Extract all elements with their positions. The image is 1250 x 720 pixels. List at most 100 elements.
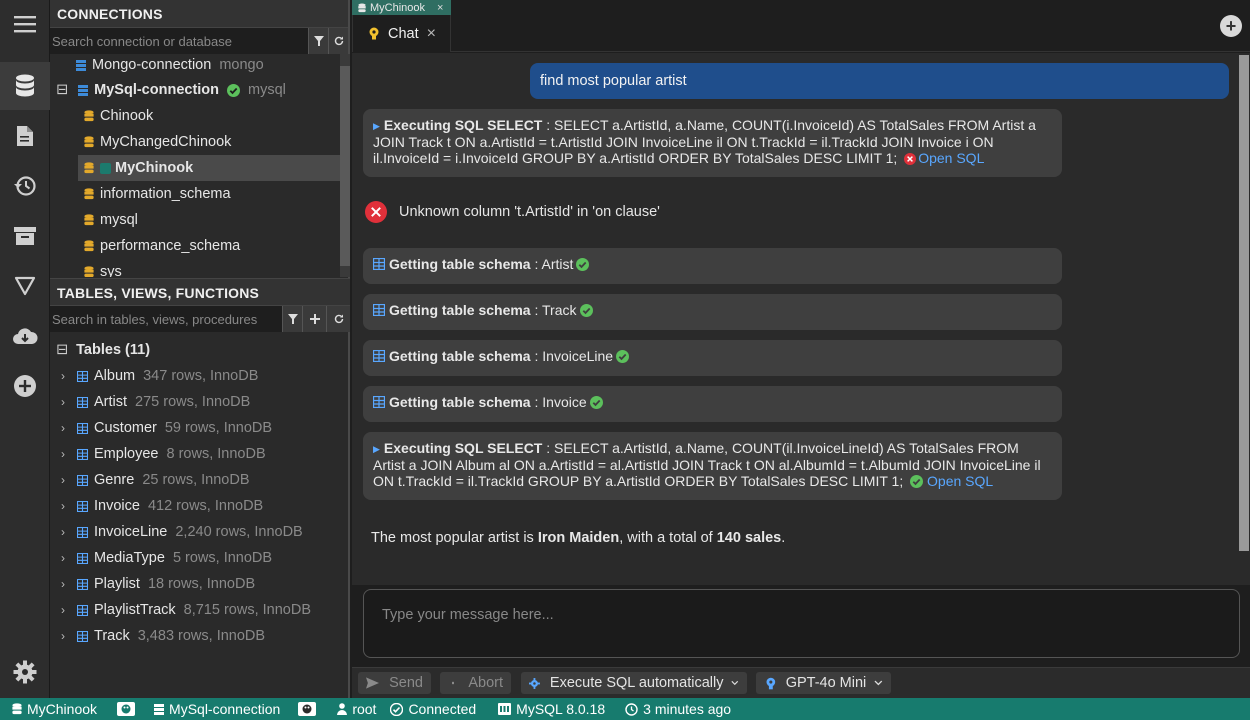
database-mysql[interactable]: mysql bbox=[84, 207, 138, 233]
status-connection[interactable]: MySql-connection bbox=[154, 701, 280, 717]
status-palette-1[interactable] bbox=[117, 702, 140, 716]
table-grid-icon bbox=[77, 578, 88, 590]
filter-connections-button[interactable] bbox=[308, 28, 328, 54]
plus-circle-icon bbox=[14, 375, 36, 397]
chevron-right-icon[interactable]: › bbox=[57, 525, 69, 539]
open-sql-link[interactable]: Open SQL bbox=[918, 150, 984, 166]
tables-group[interactable]: ⊟ Tables (11) bbox=[56, 337, 150, 363]
table-search-row bbox=[50, 306, 350, 332]
filter-button[interactable] bbox=[0, 262, 50, 310]
table-name: Customer bbox=[94, 420, 157, 436]
tab-chat[interactable]: Chat × bbox=[352, 15, 451, 52]
schema-card-invoice[interactable]: Getting table schema : Invoice bbox=[363, 386, 1062, 422]
chevron-right-icon[interactable]: › bbox=[57, 473, 69, 487]
sql-execution-card-2[interactable]: ▶ Executing SQL SELECT : SELECT a.ArtistI… bbox=[363, 432, 1062, 500]
gear-icon bbox=[13, 660, 37, 684]
settings-button[interactable] bbox=[0, 648, 50, 696]
table-row[interactable]: › Playlist 18 rows, InnoDB bbox=[50, 571, 255, 597]
table-row[interactable]: › Track 3,483 rows, InnoDB bbox=[50, 623, 265, 649]
table-row[interactable]: › Album 347 rows, InnoDB bbox=[50, 363, 258, 389]
add-tab-button[interactable]: + bbox=[1220, 15, 1242, 37]
table-row[interactable]: › MediaType 5 rows, InnoDB bbox=[50, 545, 272, 571]
connection-search-input[interactable] bbox=[50, 28, 308, 54]
tab-label: Chat bbox=[388, 25, 419, 42]
archive-button[interactable] bbox=[0, 212, 50, 260]
table-row[interactable]: › PlaylistTrack 8,715 rows, InnoDB bbox=[50, 597, 311, 623]
database-label: sys bbox=[100, 264, 122, 277]
database-information-schema[interactable]: information_schema bbox=[84, 181, 231, 207]
chevron-right-icon[interactable]: › bbox=[57, 395, 69, 409]
tab-mychinook[interactable]: MyChinook × bbox=[352, 0, 451, 15]
chevron-right-icon[interactable]: › bbox=[57, 603, 69, 617]
connection-mysql[interactable]: ⊟ MySql-connection mysql bbox=[56, 77, 286, 103]
collapse-icon[interactable]: ⊟ bbox=[56, 342, 68, 358]
chevron-right-icon[interactable]: › bbox=[57, 551, 69, 565]
palette-icon bbox=[117, 702, 136, 716]
schema-label: Getting table schema bbox=[389, 302, 531, 318]
status-database[interactable]: MyChinook bbox=[12, 701, 97, 717]
database-mychinook[interactable]: MyChinook bbox=[78, 155, 340, 181]
open-sql-link[interactable]: Open SQL bbox=[927, 473, 993, 489]
collapse-icon[interactable]: ⊟ bbox=[56, 82, 68, 98]
database-label: MyChinook bbox=[115, 160, 194, 176]
chevron-right-icon[interactable]: › bbox=[57, 629, 69, 643]
connection-scrollbar-thumb[interactable] bbox=[340, 66, 350, 266]
table-grid-icon bbox=[373, 304, 385, 316]
add-connection-button[interactable] bbox=[0, 362, 50, 410]
table-row[interactable]: › Employee 8 rows, InnoDB bbox=[50, 441, 266, 467]
schema-card-track[interactable]: Getting table schema : Track bbox=[363, 294, 1062, 330]
table-row[interactable]: › Genre 25 rows, InnoDB bbox=[50, 467, 250, 493]
expand-triangle-icon[interactable]: ▶ bbox=[373, 121, 380, 131]
check-icon bbox=[576, 258, 590, 271]
sql-separator: : bbox=[542, 117, 555, 133]
chevron-right-icon[interactable]: › bbox=[57, 577, 69, 591]
database-chinook[interactable]: Chinook bbox=[84, 103, 153, 129]
table-row[interactable]: › Invoice 412 rows, InnoDB bbox=[50, 493, 263, 519]
refresh-tables-button[interactable] bbox=[326, 306, 350, 332]
table-row[interactable]: › Customer 59 rows, InnoDB bbox=[50, 415, 272, 441]
execute-sql-dropdown[interactable]: Execute SQL automatically bbox=[521, 672, 747, 694]
database-mychangedchinook[interactable]: MyChangedChinook bbox=[84, 129, 231, 155]
tables-title: TABLES, VIEWS, FUNCTIONS bbox=[50, 278, 350, 306]
chevron-right-icon[interactable]: › bbox=[57, 499, 69, 513]
database-label: performance_schema bbox=[100, 238, 241, 254]
database-button[interactable] bbox=[0, 62, 50, 110]
connection-label: MySql-connection bbox=[94, 82, 220, 98]
database-sys[interactable]: sys bbox=[84, 259, 122, 277]
send-button[interactable]: Send bbox=[358, 672, 431, 694]
message-input[interactable] bbox=[364, 590, 1239, 657]
schema-card-invoiceline[interactable]: Getting table schema : InvoiceLine bbox=[363, 340, 1062, 376]
table-row[interactable]: › Artist 275 rows, InnoDB bbox=[50, 389, 250, 415]
table-row[interactable]: › InvoiceLine 2,240 rows, InnoDB bbox=[50, 519, 303, 545]
schema-card-artist[interactable]: Getting table schema : Artist bbox=[363, 248, 1062, 284]
status-palette-2[interactable] bbox=[298, 702, 321, 716]
table-search-input[interactable] bbox=[50, 306, 282, 332]
model-dropdown[interactable]: GPT-4o Mini bbox=[756, 672, 891, 694]
close-icon[interactable]: × bbox=[427, 25, 436, 43]
sql-execution-card-1[interactable]: ▶ Executing SQL SELECT : SELECT a.ArtistI… bbox=[363, 109, 1062, 177]
chevron-right-icon[interactable]: › bbox=[57, 421, 69, 435]
menu-button[interactable] bbox=[0, 0, 50, 48]
chevron-right-icon[interactable]: › bbox=[57, 369, 69, 383]
status-server: MySQL 8.0.18 bbox=[498, 701, 605, 717]
history-button[interactable] bbox=[0, 162, 50, 210]
database-performance-schema[interactable]: performance_schema bbox=[84, 233, 240, 259]
connection-mongo[interactable]: Mongo-connection mongo bbox=[76, 54, 264, 78]
chevron-right-icon[interactable]: › bbox=[57, 447, 69, 461]
chat-scrollbar-thumb[interactable] bbox=[1239, 55, 1249, 551]
table-name: InvoiceLine bbox=[94, 524, 168, 540]
expand-triangle-icon[interactable]: ▶ bbox=[373, 444, 380, 454]
abort-button[interactable]: Abort bbox=[440, 672, 511, 694]
status-user: root bbox=[337, 701, 376, 717]
refresh-connections-button[interactable] bbox=[328, 28, 348, 54]
add-table-button[interactable] bbox=[302, 306, 326, 332]
schema-table: Invoice bbox=[542, 394, 587, 410]
chevron-down-icon bbox=[731, 680, 739, 686]
database-label: Chinook bbox=[100, 108, 154, 124]
cloud-icon bbox=[13, 328, 38, 344]
close-icon[interactable]: × bbox=[437, 2, 443, 14]
filter-tables-button[interactable] bbox=[282, 306, 302, 332]
file-button[interactable] bbox=[0, 112, 50, 160]
table-info: 59 rows, InnoDB bbox=[164, 420, 273, 436]
cloud-button[interactable] bbox=[0, 312, 50, 360]
